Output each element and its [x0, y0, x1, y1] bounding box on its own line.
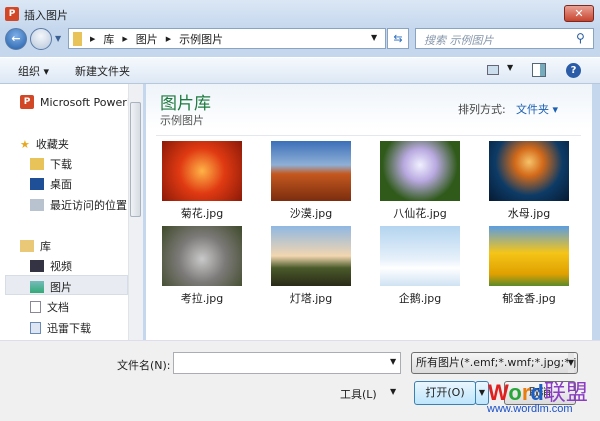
download-folder-icon	[30, 158, 44, 170]
documents-icon	[30, 301, 41, 313]
recent-places-icon	[30, 199, 44, 211]
new-folder-button[interactable]: 新建文件夹	[75, 63, 130, 79]
address-bar[interactable]: ▶ 库 ▶ 图片 ▶ 示例图片	[68, 28, 386, 49]
search-input[interactable]: 搜索 示例图片	[415, 28, 594, 49]
search-icon[interactable]: ⚲	[576, 31, 585, 45]
toolbar: 组织 ▾ 新建文件夹 ▼ ?	[0, 57, 600, 84]
file-thumbnail[interactable]	[489, 141, 569, 201]
open-dropdown-button[interactable]: ▼	[475, 381, 489, 405]
powerpoint-icon: P	[5, 7, 19, 21]
help-icon[interactable]: ?	[566, 63, 581, 78]
video-icon	[30, 260, 44, 272]
forward-button[interactable]	[30, 28, 52, 50]
nav-item-libraries[interactable]: 库	[20, 238, 51, 254]
breadcrumb-pictures[interactable]: 图片	[136, 31, 158, 47]
tools-menu[interactable]: 工具(L)	[340, 386, 377, 402]
nav-item-thunder[interactable]: 迅雷下载	[30, 320, 91, 336]
tools-dropdown-icon[interactable]: ▼	[390, 387, 396, 396]
address-dropdown-icon[interactable]: ▼	[371, 33, 377, 42]
file-thumbnail[interactable]	[271, 141, 351, 201]
desktop-icon	[30, 178, 44, 190]
library-title: 图片库	[160, 94, 211, 114]
watermark-url: www.wordlm.com	[487, 403, 573, 415]
powerpoint-icon: P	[20, 95, 34, 109]
arrange-dropdown[interactable]: 文件夹 ▾	[516, 101, 558, 117]
nav-item-videos[interactable]: 视频	[30, 258, 72, 274]
breadcrumb-library[interactable]: 库	[103, 31, 114, 47]
pictures-icon	[30, 281, 44, 293]
nav-item-documents[interactable]: 文档	[30, 299, 69, 315]
nav-item-pictures[interactable]: 图片	[30, 279, 72, 295]
nav-item-recent[interactable]: 最近访问的位置	[30, 197, 127, 213]
nav-item-powerpoint[interactable]: P Microsoft PowerPoint	[20, 95, 143, 109]
open-button[interactable]: 打开(O)	[414, 381, 476, 405]
view-dropdown-icon[interactable]: ▼	[507, 63, 513, 72]
file-thumbnail[interactable]	[380, 226, 460, 286]
file-name[interactable]: 郁金香.jpg	[479, 290, 579, 306]
file-name[interactable]: 考拉.jpg	[152, 290, 252, 306]
refresh-button[interactable]: ⇆	[387, 28, 409, 49]
file-name[interactable]: 企鹅.jpg	[370, 290, 470, 306]
file-name[interactable]: 八仙花.jpg	[370, 205, 470, 221]
star-icon: ★	[20, 137, 30, 151]
history-dropdown-icon[interactable]: ▼	[55, 34, 61, 43]
nav-item-downloads[interactable]: 下载	[30, 156, 72, 172]
divider	[156, 135, 581, 136]
file-thumbnail[interactable]	[162, 226, 242, 286]
close-button[interactable]: ✕	[564, 5, 594, 22]
organize-menu[interactable]: 组织 ▾	[18, 63, 49, 79]
file-thumbnail[interactable]	[271, 226, 351, 286]
file-name[interactable]: 灯塔.jpg	[261, 290, 361, 306]
back-button[interactable]: ←	[5, 28, 27, 50]
library-icon	[20, 240, 34, 252]
file-thumbnail[interactable]	[162, 141, 242, 201]
file-list-pane: 图片库 示例图片 排列方式: 文件夹 ▾ 菊花.jpg 沙漠.jpg 八仙花.jpg…	[146, 84, 592, 340]
folder-icon	[73, 31, 82, 46]
file-thumbnail[interactable]	[380, 141, 460, 201]
file-name[interactable]: 菊花.jpg	[152, 205, 252, 221]
nav-item-favorites[interactable]: ★ 收藏夹	[20, 136, 69, 152]
nav-item-desktop[interactable]: 桌面	[30, 176, 72, 192]
library-subtitle: 示例图片	[160, 114, 204, 127]
nav-scrollbar-thumb[interactable]	[130, 102, 141, 217]
file-name[interactable]: 沙漠.jpg	[261, 205, 361, 221]
view-icon[interactable]	[487, 65, 499, 75]
window-border	[592, 84, 600, 340]
thunder-download-icon	[30, 322, 41, 334]
window-title: 插入图片	[24, 9, 68, 22]
filename-label: 文件名(N):	[117, 359, 171, 372]
filename-input[interactable]	[173, 352, 401, 374]
file-name[interactable]: 水母.jpg	[479, 205, 579, 221]
file-thumbnail[interactable]	[489, 226, 569, 286]
dialog-footer: 文件名(N): ▼ 所有图片(*.emf;*.wmf;*.jpg;*.j ▼ 工具…	[0, 340, 600, 421]
arrange-label: 排列方式:	[458, 103, 506, 116]
filename-dropdown-icon[interactable]: ▼	[390, 357, 396, 366]
navigation-pane: P Microsoft PowerPoint ★ 收藏夹 下载 桌面 最近访问的位置…	[0, 84, 143, 340]
file-type-select[interactable]: 所有图片(*.emf;*.wmf;*.jpg;*.j ▼	[411, 352, 578, 374]
title-bar: P 插入图片 ✕	[0, 0, 600, 28]
breadcrumb-sample-pictures[interactable]: 示例图片	[179, 31, 223, 47]
preview-pane-icon[interactable]	[532, 63, 546, 77]
